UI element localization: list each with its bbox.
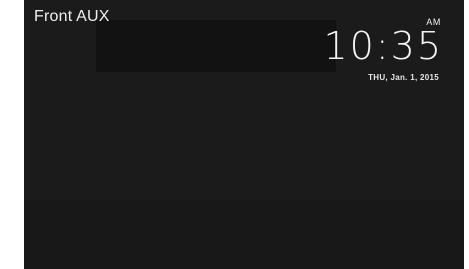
head-unit-screen: Front AUX AM 10:35 THU, Jan. 1, 2015 [24,0,464,269]
background-shade [24,200,464,269]
audio-source-label: Front AUX [34,8,110,25]
clock-date: THU, Jan. 1, 2015 [368,73,439,82]
background-shade [96,20,336,72]
clock-time[interactable]: 10:35 [323,27,443,65]
